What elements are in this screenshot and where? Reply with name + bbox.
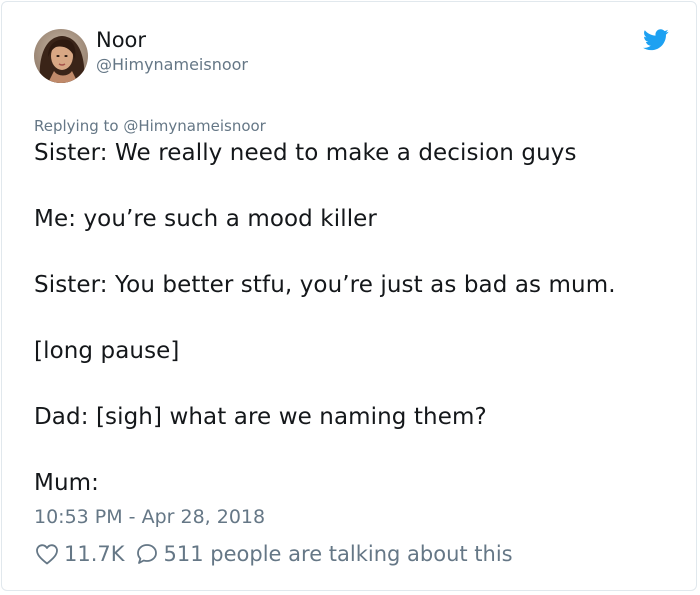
author-handle[interactable]: @Himynameisnoor: [96, 55, 248, 74]
replying-to-label: Replying to: [34, 117, 119, 135]
heart-icon[interactable]: [35, 543, 59, 565]
author-display-name[interactable]: Noor: [96, 28, 146, 52]
like-count[interactable]: 11.7K: [64, 542, 125, 566]
tweet-line: Me: you’re such a mood killer: [34, 206, 377, 232]
tweet-card: Noor @Himynameisnoor Replying to @Himyna…: [1, 1, 697, 591]
tweet-timestamp[interactable]: 10:53 PM - Apr 28, 2018: [34, 506, 265, 528]
tweet-line: Sister: We really need to make a decisio…: [34, 140, 577, 166]
tweet-line: Sister: You better stfu, you’re just as …: [34, 272, 616, 298]
replying-to: Replying to @Himynameisnoor: [34, 117, 266, 135]
replying-to-mention[interactable]: @Himynameisnoor: [123, 117, 266, 135]
tweet-line: Mum:: [34, 470, 99, 496]
twitter-bird-icon[interactable]: [643, 29, 669, 51]
conversation-count[interactable]: 511 people are talking about this: [164, 542, 513, 566]
tweet-line: Dad: [sigh] what are we naming them?: [34, 404, 487, 430]
speech-bubble-icon[interactable]: [135, 542, 159, 566]
tweet-line: [long pause]: [34, 338, 180, 364]
engagement-bar: 11.7K 511 people are talking about this: [35, 540, 513, 568]
avatar[interactable]: [34, 29, 88, 83]
